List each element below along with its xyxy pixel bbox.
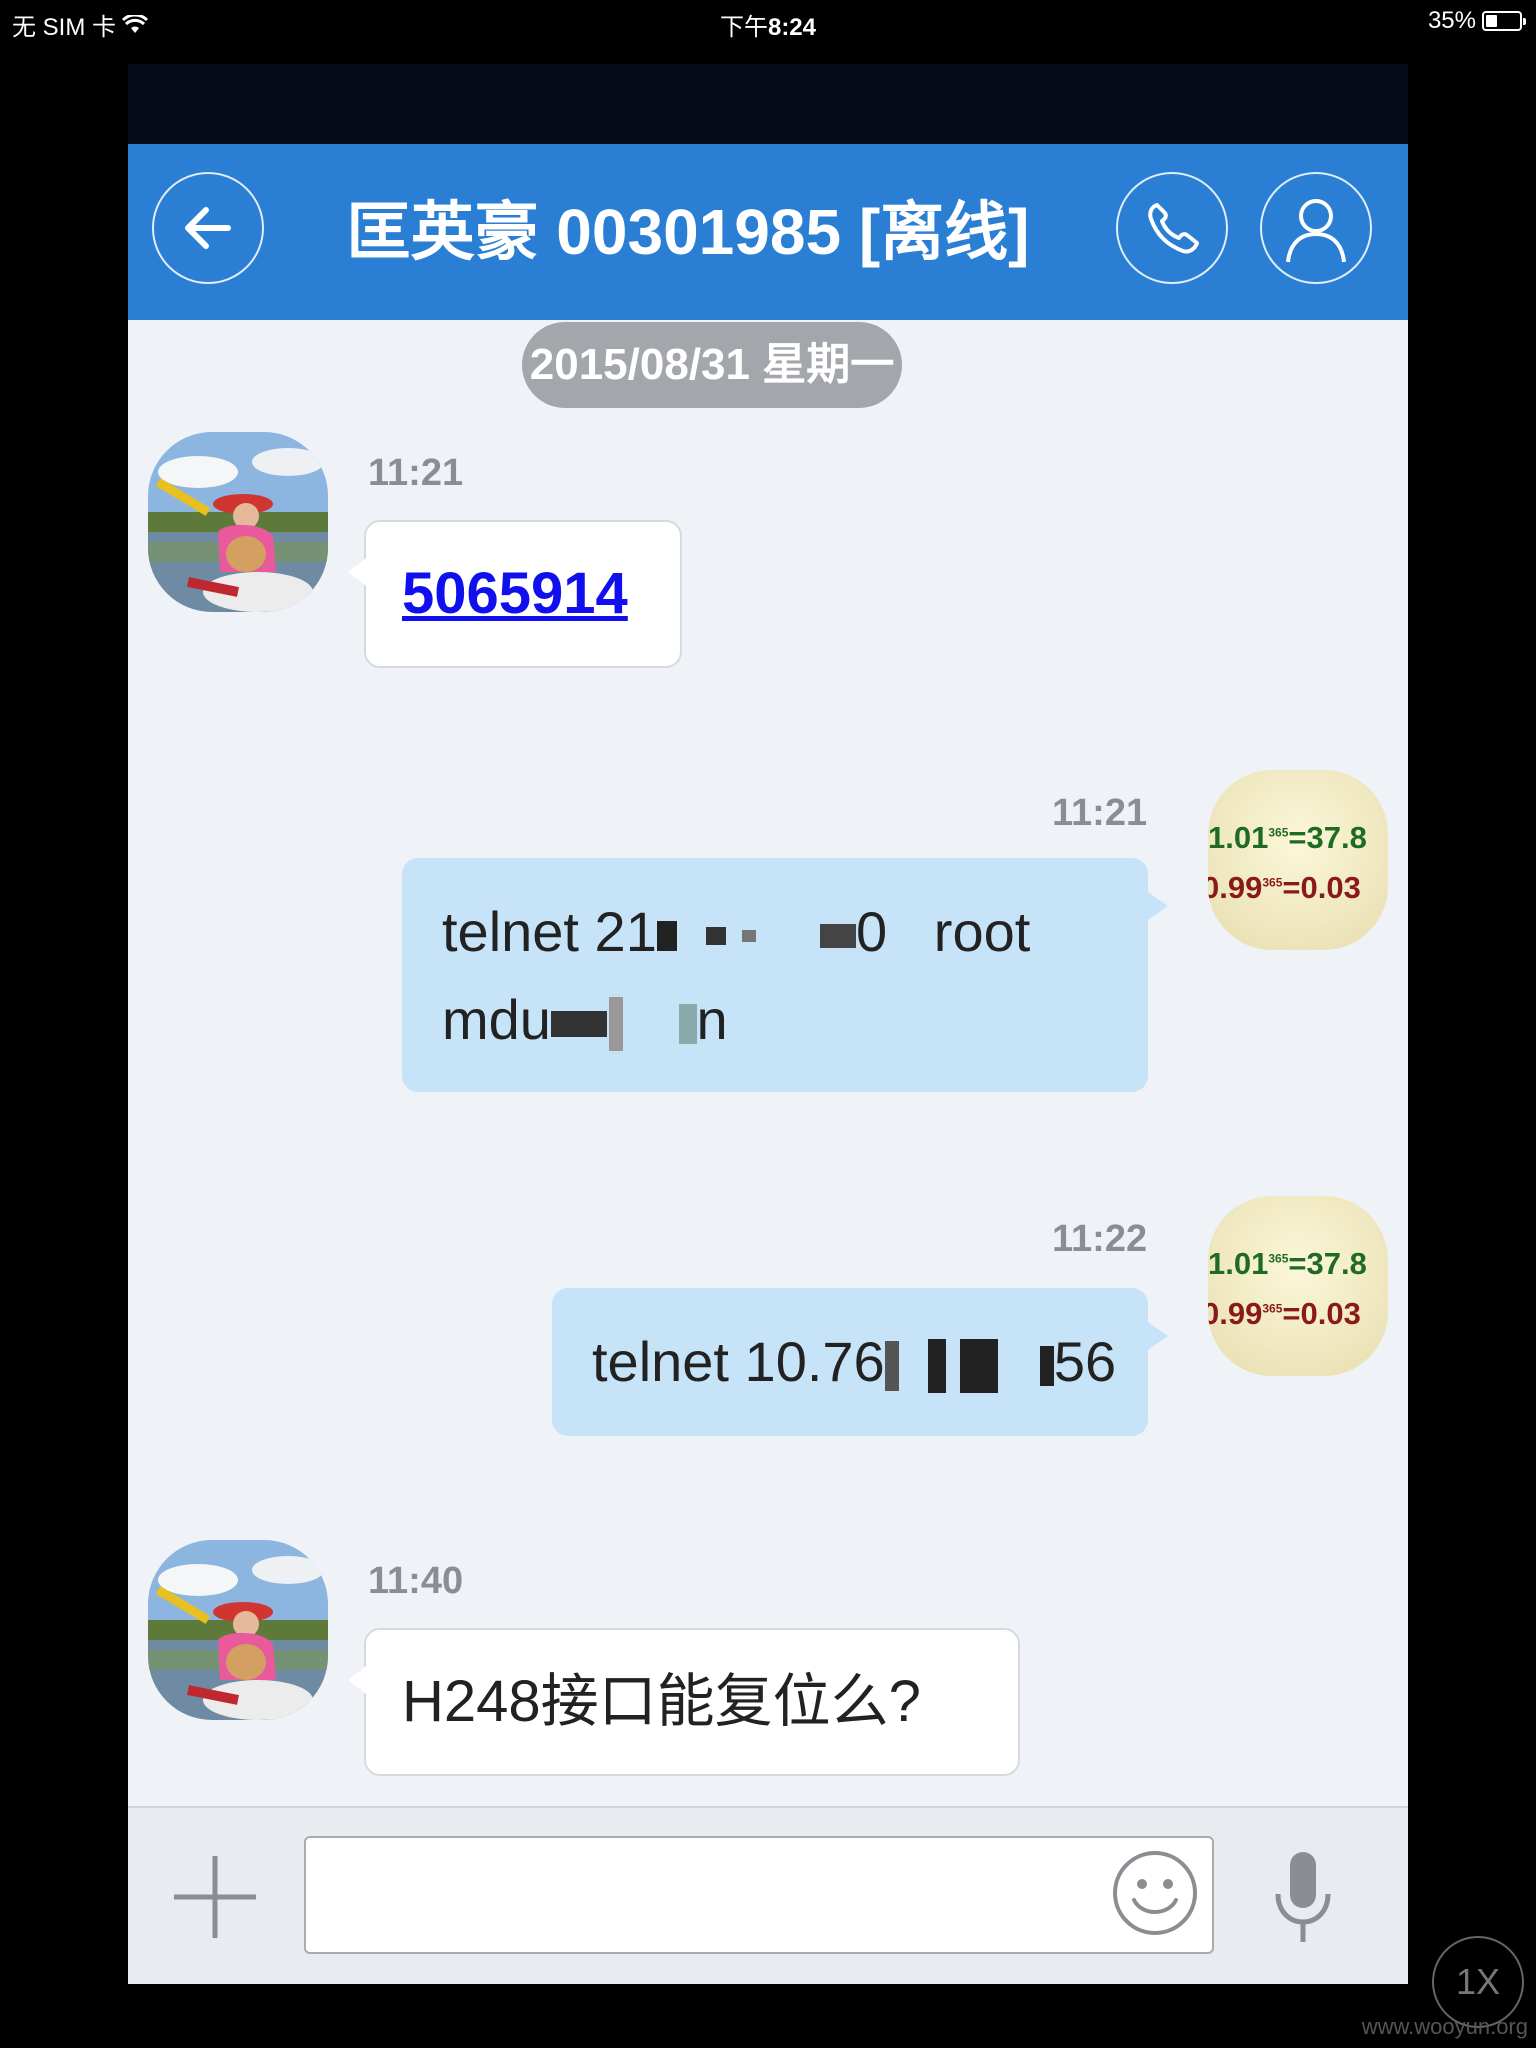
plus-icon <box>174 1856 256 1938</box>
avatar-formula-exp: 365 <box>1268 1251 1289 1266</box>
contact-avatar[interactable] <box>148 1540 328 1720</box>
avatar-formula-result: =37.8 <box>1288 1246 1367 1281</box>
redaction-block <box>706 927 727 946</box>
avatar-formula-result: =0.03 <box>1282 870 1361 905</box>
battery-fill <box>1486 15 1497 27</box>
top-strip <box>128 64 1408 144</box>
message-time: 11:22 <box>1052 1218 1148 1260</box>
smiley-icon <box>1113 1851 1197 1935</box>
avatar-formula-base: 1.01 <box>1208 820 1269 855</box>
avatar-formula-base: 1.01 <box>1208 1246 1269 1281</box>
message-text: telnet 21 <box>442 900 657 963</box>
emoji-button[interactable] <box>1110 1848 1200 1938</box>
redaction-block <box>678 1004 697 1045</box>
status-right: 35% <box>1427 7 1526 35</box>
bubble-tail <box>348 558 366 586</box>
avatar-formula-exp: 365 <box>1262 1301 1283 1316</box>
redaction-block <box>960 1339 999 1394</box>
outgoing-message-bubble[interactable]: telnet 21 0 root mdu n <box>402 858 1168 1092</box>
redaction-block <box>819 924 856 949</box>
chat-window: 匡英豪 00301985 [离线] 2015/08/31 星期一 11:21 5… <box>128 64 1408 1984</box>
back-button[interactable] <box>152 172 264 284</box>
message-text: H248接口能复位么? <box>402 1669 921 1734</box>
time-prefix: 下午 <box>719 14 768 41</box>
avatar-formula-result: =37.8 <box>1288 820 1367 855</box>
redaction-block <box>928 1339 947 1394</box>
contact-photo-icon <box>148 1540 328 1720</box>
message-input[interactable] <box>304 1836 1214 1954</box>
phone-icon <box>1148 203 1199 254</box>
my-avatar[interactable]: 1.01365=37.8 0.99365=0.03 <box>1208 1196 1388 1376</box>
microphone-icon <box>1275 1852 1331 1942</box>
message-text: telnet 10.76 <box>592 1330 885 1393</box>
bubble-tail <box>1148 892 1168 920</box>
status-bar: 无 SIM 卡 下午8:24 35% <box>0 0 1536 44</box>
watermark: www.wooyun.org <box>1361 2014 1528 2039</box>
message-line: telnet 21 0 root <box>442 888 1112 976</box>
message-text: 56 <box>1053 1330 1117 1393</box>
message-time: 11:40 <box>368 1560 464 1602</box>
battery-percent: 35% <box>1427 7 1476 34</box>
redaction-block <box>550 1011 607 1038</box>
message-time: 11:21 <box>1052 792 1148 834</box>
outgoing-message-bubble[interactable]: telnet 10.76 56 <box>552 1288 1168 1436</box>
contact-avatar[interactable] <box>148 432 328 612</box>
call-button[interactable] <box>1116 172 1228 284</box>
redaction-block <box>1039 1346 1054 1387</box>
avatar-formula-base: 0.99 <box>1208 870 1263 905</box>
message-text: n <box>696 988 728 1051</box>
redaction-block <box>884 1341 899 1392</box>
date-divider: 2015/08/31 星期一 <box>522 322 902 408</box>
incoming-message-bubble[interactable]: 5065914 <box>348 520 682 668</box>
profile-button[interactable] <box>1260 172 1372 284</box>
redaction-block <box>608 997 623 1052</box>
phone-number-link[interactable]: 5065914 <box>402 561 628 626</box>
message-text: mdu <box>442 988 551 1051</box>
incoming-message-bubble[interactable]: H248接口能复位么? <box>348 1628 1020 1776</box>
chat-title: 匡英豪 00301985 [离线] <box>346 196 1030 268</box>
contact-photo-icon <box>148 432 328 612</box>
message-time: 11:21 <box>368 452 464 494</box>
person-icon <box>1286 199 1346 263</box>
arrow-left-icon <box>185 207 231 249</box>
avatar-formula-exp: 365 <box>1262 875 1283 890</box>
time-value: 8:24 <box>767 14 817 41</box>
avatar-formula-result: =0.03 <box>1282 1296 1361 1331</box>
battery-icon <box>1482 11 1526 31</box>
redaction-block <box>656 921 677 952</box>
bubble-tail <box>1148 1322 1168 1350</box>
message-line: mdu n <box>442 976 1112 1064</box>
status-clock: 下午8:24 <box>0 7 1536 42</box>
message-text: 0 root <box>855 900 1031 963</box>
input-bar <box>128 1806 1408 1984</box>
redaction-block <box>742 930 757 943</box>
chat-header: 匡英豪 00301985 [离线] <box>128 144 1408 320</box>
bubble-tail <box>348 1666 366 1694</box>
my-avatar[interactable]: 1.01365=37.8 0.99365=0.03 <box>1208 770 1388 950</box>
avatar-formula-base: 0.99 <box>1208 1296 1263 1331</box>
avatar-formula-exp: 365 <box>1268 825 1289 840</box>
voice-button[interactable] <box>1268 1848 1338 1948</box>
add-attachment-button[interactable] <box>170 1852 260 1942</box>
